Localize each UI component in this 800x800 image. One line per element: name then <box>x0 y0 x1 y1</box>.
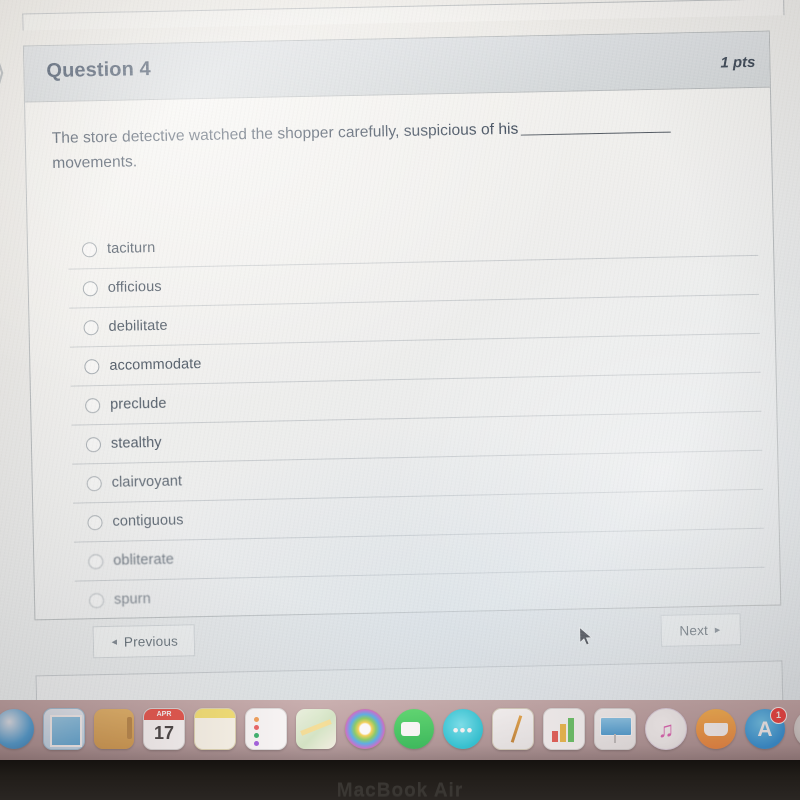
books-open-book-icon <box>704 723 728 736</box>
answer-option-label: debilitate <box>108 317 168 335</box>
dock-icon-reminders[interactable] <box>245 708 287 750</box>
radio-button-icon[interactable] <box>83 319 99 335</box>
radio-button-icon[interactable] <box>86 475 102 491</box>
question-title: Question 4 <box>46 57 151 83</box>
previous-button[interactable]: ◄ Previous <box>92 624 196 659</box>
dock-icon-mail[interactable] <box>43 708 85 750</box>
previous-caret-icon: ◄ <box>109 636 119 647</box>
answer-blank-line <box>520 117 671 136</box>
calendar-month-label: APR <box>144 709 184 720</box>
quiz-navigation: ◄ Previous Next ► <box>35 612 781 667</box>
dock-icon-keynote[interactable] <box>594 708 636 750</box>
question-body: The store detective watched the shopper … <box>25 88 771 177</box>
macbook-photo: more time before startin ⟩ Question 4 1 … <box>0 0 800 800</box>
dock-icon-app-store[interactable]: A1 <box>745 707 787 749</box>
dock-icon-contacts[interactable] <box>94 709 134 749</box>
maps-road-icon <box>300 719 332 736</box>
dock-icon-photos[interactable] <box>345 709 385 749</box>
previous-button-label: Previous <box>123 633 179 650</box>
contacts-tab <box>127 717 132 739</box>
next-button[interactable]: Next ► <box>660 613 742 647</box>
mail-stamp-icon <box>50 715 82 747</box>
answer-option-label: clairvoyant <box>111 473 183 491</box>
macbook-air-label: MacBook Air <box>336 780 464 800</box>
dock-icon-safari[interactable] <box>0 709 34 749</box>
radio-button-icon[interactable] <box>87 514 103 530</box>
next-caret-icon: ► <box>712 624 723 635</box>
radio-button-icon[interactable] <box>84 358 100 374</box>
chevron-right-icon: ⟩ <box>0 57 6 89</box>
dock-icon-messages[interactable]: ••• <box>443 709 483 749</box>
radio-button-icon[interactable] <box>85 397 101 413</box>
question-points: 1 pts <box>720 53 756 72</box>
radio-button-icon[interactable] <box>81 241 98 257</box>
numbers-bar <box>552 731 558 742</box>
radio-button-icon[interactable] <box>88 553 104 569</box>
next-button-label: Next <box>679 622 709 638</box>
answer-option-label: accommodate <box>109 356 202 374</box>
dock-icon-pages[interactable] <box>492 708 534 750</box>
reminders-dot <box>254 733 259 738</box>
dock-icon-system-preferences[interactable]: ⚙ <box>794 709 800 749</box>
dock-icon-maps[interactable] <box>296 709 336 749</box>
question-text-after-blank: movements. <box>52 153 138 172</box>
dock-icon-notes[interactable] <box>194 708 236 750</box>
laptop-screen: more time before startin ⟩ Question 4 1 … <box>0 0 800 730</box>
gear-icon: ⚙ <box>794 709 800 749</box>
answer-option-label: preclude <box>109 395 167 413</box>
keynote-stand <box>614 734 616 743</box>
numbers-bar <box>568 718 574 742</box>
question-text-before-blank: The store detective watched the shopper … <box>51 120 519 147</box>
messages-dots-icon: ••• <box>452 721 474 740</box>
previous-question-box-edge <box>22 0 785 31</box>
numbers-bar <box>560 724 566 742</box>
answer-option-label: officious <box>107 278 162 296</box>
question-card: Question 4 1 pts The store detective wat… <box>22 30 782 621</box>
dock-icon-calendar[interactable]: APR 17 <box>143 708 185 750</box>
dock-icon-facetime[interactable] <box>394 709 434 749</box>
answer-option-label: stealthy <box>110 434 162 452</box>
keynote-screen <box>600 717 632 736</box>
facetime-camera-icon <box>401 722 420 736</box>
question-text: The store detective watched the shopper … <box>52 112 743 176</box>
reminders-dot <box>254 717 259 722</box>
answer-option-label: obliterate <box>113 551 175 569</box>
dock-icon-books[interactable] <box>696 709 736 749</box>
reminders-dot <box>254 725 259 730</box>
dock-icon-itunes[interactable]: ♫ <box>645 708 687 750</box>
answer-option-label: contiguous <box>112 512 184 530</box>
mouse-cursor <box>579 626 593 646</box>
screen-content: more time before startin ⟩ Question 4 1 … <box>0 0 800 717</box>
app-store-badge: 1 <box>770 707 787 724</box>
pages-pencil-icon <box>510 715 523 743</box>
macos-dock[interactable]: APR 17 ••• ♫ A1⚙ <box>0 700 800 760</box>
itunes-note-icon: ♫ <box>657 717 675 742</box>
answer-option-label: taciturn <box>106 239 156 257</box>
calendar-day-label: 17 <box>153 723 175 743</box>
reminders-dot <box>254 741 259 746</box>
radio-button-icon[interactable] <box>88 592 105 608</box>
answer-option-label: spurn <box>113 591 151 608</box>
radio-button-icon[interactable] <box>82 280 98 296</box>
radio-button-icon[interactable] <box>85 436 102 452</box>
answer-options-list: taciturn officious debilitate accommodate pr… <box>68 217 766 620</box>
dock-icon-numbers[interactable] <box>543 708 585 750</box>
